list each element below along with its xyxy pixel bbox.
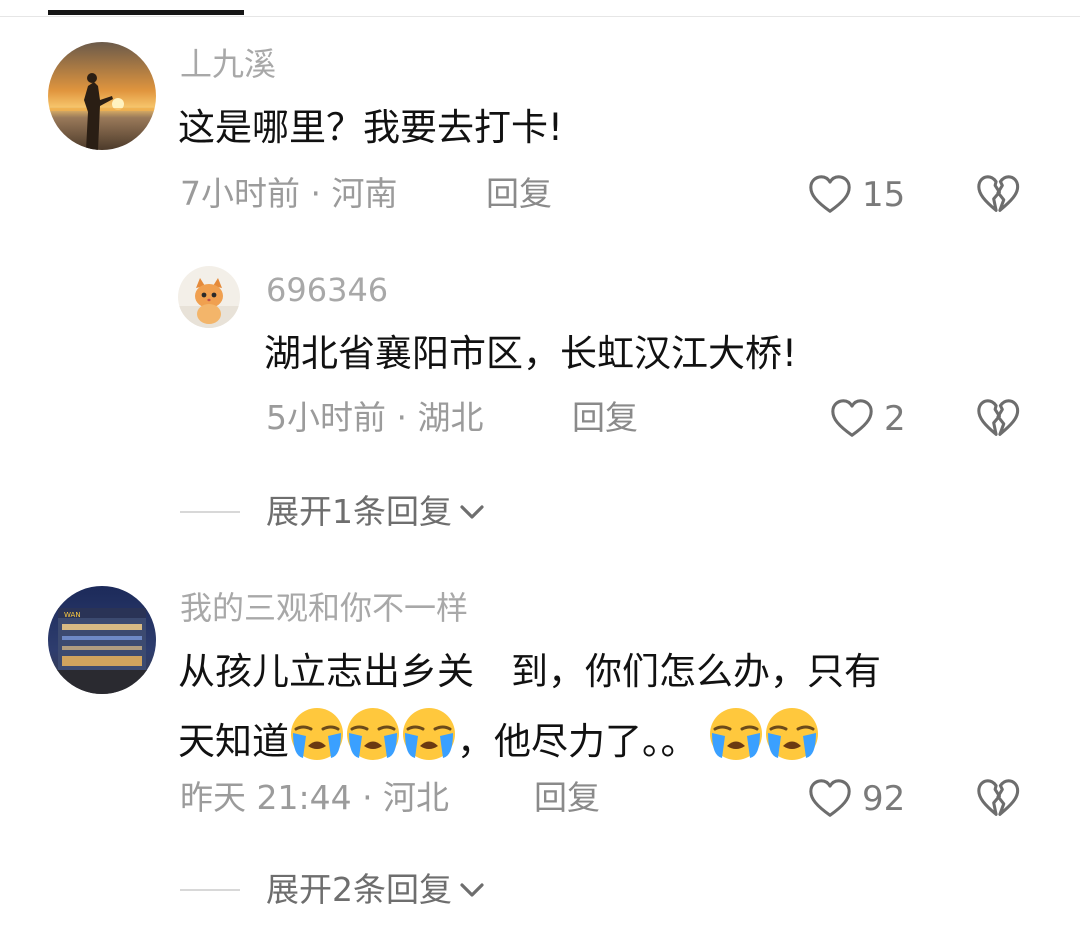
comment-text-part: ，他尽力了。。	[457, 720, 698, 763]
like-button[interactable]: 15	[806, 172, 905, 218]
comment-text: 湖北省襄阳市区，长虹汉江大桥!	[264, 332, 797, 375]
avatar[interactable]	[48, 42, 156, 150]
crying-emoji-icon	[708, 706, 764, 762]
comment-meta: 7小时前 · 河南	[180, 174, 398, 213]
expand-divider	[180, 889, 240, 891]
comment-text: 这是哪里？我要去打卡!	[178, 106, 563, 149]
dislike-button[interactable]	[974, 396, 1022, 446]
avatar[interactable]	[178, 266, 240, 328]
heart-outline-icon	[806, 172, 854, 218]
reply-button[interactable]: 回复	[486, 174, 552, 214]
like-count: 92	[862, 779, 906, 819]
like-button[interactable]: 2	[828, 396, 906, 442]
comment-text-line1: 从孩儿立志出乡关 到，你们怎么办，只有	[178, 650, 881, 693]
reply-button[interactable]: 回复	[534, 778, 600, 818]
dislike-button[interactable]	[974, 776, 1022, 826]
expand-replies-button[interactable]: 展开1条回复	[180, 492, 488, 532]
chevron-down-icon	[460, 505, 484, 519]
comment-text-line2: 天知道 ，他尽力了。。	[178, 706, 820, 770]
avatar[interactable]: WAN	[48, 586, 156, 694]
heart-outline-icon	[828, 396, 876, 442]
like-count: 15	[862, 175, 906, 215]
building-avatar-image: WAN	[48, 586, 156, 694]
top-divider	[0, 16, 1080, 17]
like-button[interactable]: 92	[806, 776, 905, 822]
comment-meta: 5小时前 · 湖北	[266, 398, 484, 437]
crying-emoji-icon	[401, 706, 457, 762]
expand-replies-button[interactable]: 展开2条回复	[180, 870, 488, 910]
comment-username[interactable]: 我的三观和你不一样	[180, 588, 468, 628]
broken-heart-icon	[974, 396, 1022, 442]
dislike-button[interactable]	[974, 172, 1022, 222]
expand-replies-label: 展开1条回复	[266, 492, 452, 531]
broken-heart-icon	[974, 172, 1022, 218]
expand-replies-label: 展开2条回复	[266, 870, 452, 909]
tab-indicator	[48, 10, 244, 15]
reply-button[interactable]: 回复	[572, 398, 638, 438]
sunset-avatar-image	[48, 42, 156, 150]
svg-text:WAN: WAN	[64, 611, 81, 619]
chevron-down-icon	[460, 883, 484, 897]
heart-outline-icon	[806, 776, 854, 822]
crying-emoji-icon	[289, 706, 345, 762]
crying-emoji-icon	[764, 706, 820, 762]
comment-username[interactable]: 696346	[266, 270, 388, 310]
comment-text-part: 天知道	[178, 720, 289, 763]
expand-divider	[180, 511, 240, 513]
comment-username[interactable]: 丄九溪	[180, 44, 276, 84]
cat-avatar-image	[178, 266, 240, 328]
comment-meta: 昨天 21:44 · 河北	[180, 778, 450, 817]
crying-emoji-icon	[345, 706, 401, 762]
like-count: 2	[884, 399, 906, 439]
broken-heart-icon	[974, 776, 1022, 822]
